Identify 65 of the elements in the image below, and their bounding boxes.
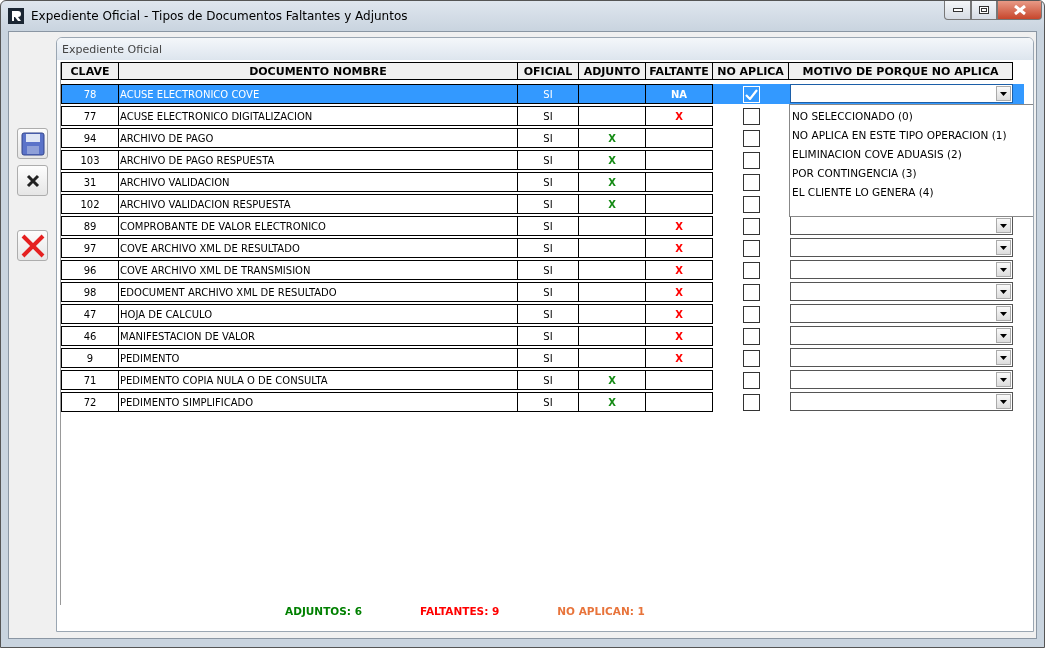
table-cell: 71: [61, 370, 119, 390]
table-cell: 72: [61, 392, 119, 412]
table-cell: ARCHIVO DE PAGO: [119, 128, 518, 148]
table-cell: PEDIMENTO COPIA NULA O DE CONSULTA: [119, 370, 518, 390]
table-cell: SI: [518, 172, 579, 192]
table-cell: COVE ARCHIVO XML DE RESULTADO: [119, 238, 518, 258]
table-cell: SI: [518, 370, 579, 390]
summary-count: NO APLICAN: 1: [557, 605, 645, 617]
table-cell: ARCHIVO VALIDACION RESPUESTA: [119, 194, 518, 214]
table-cell: COVE ARCHIVO XML DE TRANSMISION: [119, 260, 518, 280]
table-cell: 47: [61, 304, 119, 324]
table-cell: SI: [518, 304, 579, 324]
table-cell: 77: [61, 106, 119, 126]
table-cell: PEDIMENTO SIMPLIFICADO: [119, 392, 518, 412]
table-cell: X: [646, 304, 713, 324]
table-cell: 31: [61, 172, 119, 192]
table-cell: 46: [61, 326, 119, 346]
table-cell: NA: [646, 84, 713, 104]
table-cell: 96: [61, 260, 119, 280]
table-cell: X: [579, 150, 646, 170]
table-cell: SI: [518, 260, 579, 280]
table-cell: SI: [518, 84, 579, 104]
table-cell: X: [579, 194, 646, 214]
table-cell: X: [646, 282, 713, 302]
table-cell: EDOCUMENT ARCHIVO XML DE RESULTADO: [119, 282, 518, 302]
table-cell: COMPROBANTE DE VALOR ELECTRONICO: [119, 216, 518, 236]
table-cell: X: [646, 260, 713, 280]
table-cell: ARCHIVO DE PAGO RESPUESTA: [119, 150, 518, 170]
table-cell: SI: [518, 150, 579, 170]
table-cell: X: [579, 172, 646, 192]
table-cell: X: [646, 216, 713, 236]
table-cell: SI: [518, 216, 579, 236]
table-cell: PEDIMENTO: [119, 348, 518, 368]
panel-title: Expediente Oficial: [62, 42, 163, 56]
table-cell: SI: [518, 326, 579, 346]
table-cell: 94: [61, 128, 119, 148]
table-cell: SI: [518, 282, 579, 302]
table-cell: X: [646, 326, 713, 346]
table-cell: 97: [61, 238, 119, 258]
table-cell: SI: [518, 194, 579, 214]
table-cell: SI: [518, 238, 579, 258]
table-cell: X: [579, 370, 646, 390]
table-cell: ACUSE ELECTRONICO DIGITALIZACION: [119, 106, 518, 126]
summary-count: FALTANTES: 9: [419, 605, 500, 617]
table-cell: X: [579, 392, 646, 412]
table-cell: X: [646, 238, 713, 258]
table-cell: ARCHIVO VALIDACION: [119, 172, 518, 192]
table-cell: X: [646, 348, 713, 368]
table-cell: 89: [61, 216, 119, 236]
window-title: Expediente Oficial - Tipos de Documentos Faltantes y Adjuntos: [31, 9, 408, 23]
table-cell: ACUSE ELECTRONICO COVE: [119, 84, 518, 104]
table-cell: 102: [61, 194, 119, 214]
table-cell: 98: [61, 282, 119, 302]
table-cell: SI: [518, 106, 579, 126]
summary-count: ADJUNTOS: 6: [285, 605, 362, 617]
table-cell: MANIFESTACION DE VALOR: [119, 326, 518, 346]
table-cell: SI: [518, 348, 579, 368]
table-cell: SI: [518, 128, 579, 148]
table-cell: 78: [61, 84, 119, 104]
table-cell: X: [646, 106, 713, 126]
table-cell: X: [579, 128, 646, 148]
table-cell: 9: [61, 348, 119, 368]
table-cell: HOJA DE CALCULO: [119, 304, 518, 324]
table-cell: 103: [61, 150, 119, 170]
table-cell: SI: [518, 392, 579, 412]
